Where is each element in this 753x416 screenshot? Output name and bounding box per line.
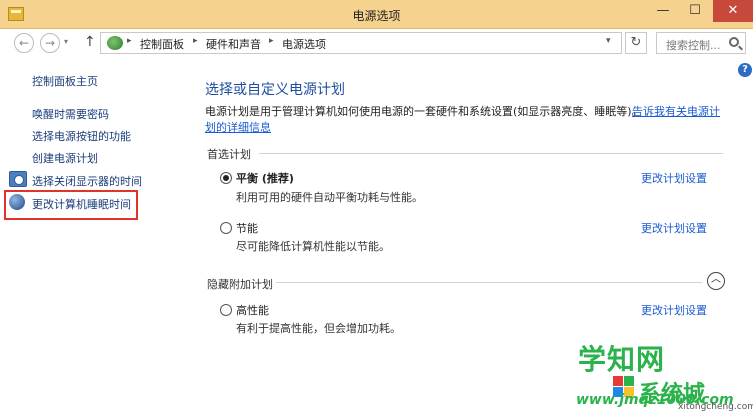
plan-name-high-performance[interactable]: 高性能 (236, 302, 269, 318)
window-title: 电源选项 (352, 9, 401, 23)
power-plan-info-link[interactable]: 告诉我有关电源计 (632, 103, 720, 119)
plan-radio-power-saver[interactable] (220, 222, 232, 234)
minimize-button[interactable]: — (648, 0, 678, 22)
back-button[interactable]: ← (14, 33, 34, 53)
change-plan-settings-high-performance[interactable]: 更改计划设置 (641, 302, 707, 318)
page-description: 电源计划是用于管理计算机如何使用电源的一套硬件和系统设置(如显示器亮度、睡眠等)… (205, 105, 643, 118)
sidebar-item-create-plan[interactable]: 创建电源计划 (32, 150, 98, 166)
breadcrumb-power-options[interactable]: 电源选项 (282, 36, 326, 52)
breadcrumb-separator[interactable]: ▸ (127, 36, 132, 46)
control-panel-icon (107, 36, 123, 50)
help-icon[interactable]: ? (738, 63, 752, 77)
up-button[interactable]: ↑ (84, 34, 96, 50)
search-placeholder: 搜索控制... (666, 39, 721, 52)
breadcrumb-separator[interactable]: ▸ (269, 36, 274, 46)
group-divider (276, 282, 702, 283)
group-divider (259, 153, 723, 154)
highlight-annotation (4, 190, 138, 220)
close-button[interactable]: ✕ (713, 0, 753, 22)
sidebar-item-display-off-time[interactable]: 选择关闭显示器的时间 (32, 173, 142, 189)
preferred-plans-label: 首选计划 (207, 148, 251, 161)
plan-name-balanced[interactable]: 平衡 (推荐) (236, 170, 294, 186)
change-plan-settings-power-saver[interactable]: 更改计划设置 (641, 220, 707, 236)
forward-button[interactable]: → (40, 33, 60, 53)
hidden-plans-label: 隐藏附加计划 (207, 278, 273, 291)
recent-locations-dropdown[interactable]: ▾ (64, 37, 68, 46)
watermark-title: 学知网 (578, 343, 666, 376)
address-dropdown-icon[interactable]: ▾ (606, 36, 611, 46)
maximize-button[interactable]: ☐ (680, 0, 710, 22)
plan-desc-power-saver: 尽可能降低计算机性能以节能。 (236, 240, 390, 253)
breadcrumb-separator[interactable]: ▸ (193, 36, 198, 46)
collapse-chevron-icon[interactable]: ︿ (707, 272, 725, 290)
title-bar: 电源选项 — ☐ ✕ (0, 0, 753, 29)
page-title: 选择或自定义电源计划 (205, 82, 345, 98)
breadcrumb-hardware-sound[interactable]: 硬件和声音 (206, 36, 261, 52)
address-bar[interactable]: ▸ 控制面板 ▸ 硬件和声音 ▸ 电源选项 ▾ (100, 32, 622, 54)
sidebar-item-require-password[interactable]: 唤醒时需要密码 (32, 106, 109, 122)
address-toolbar: ← → ▾ ↑ ▸ 控制面板 ▸ 硬件和声音 ▸ 电源选项 ▾ ↻ 搜索控制..… (0, 29, 753, 57)
breadcrumb-control-panel[interactable]: 控制面板 (140, 36, 184, 52)
plan-name-power-saver[interactable]: 节能 (236, 220, 258, 236)
search-input[interactable]: 搜索控制... (656, 32, 746, 54)
monitor-clock-icon (9, 171, 27, 187)
plan-desc-balanced: 利用可用的硬件自动平衡功耗与性能。 (236, 191, 423, 204)
watermark-small-domain: xitongcheng.com (678, 402, 753, 412)
sidebar-item-power-buttons[interactable]: 选择电源按钮的功能 (32, 128, 131, 144)
power-plan-info-link-cont[interactable]: 划的详细信息 (205, 119, 271, 135)
plan-radio-balanced[interactable] (220, 172, 232, 184)
change-plan-settings-balanced[interactable]: 更改计划设置 (641, 170, 707, 186)
refresh-button[interactable]: ↻ (625, 32, 647, 54)
search-icon[interactable] (729, 37, 739, 47)
plan-radio-high-performance[interactable] (220, 304, 232, 316)
plan-desc-high-performance: 有利于提高性能，但会增加功耗。 (236, 322, 401, 335)
sidebar-item-control-panel-home[interactable]: 控制面板主页 (32, 73, 98, 89)
